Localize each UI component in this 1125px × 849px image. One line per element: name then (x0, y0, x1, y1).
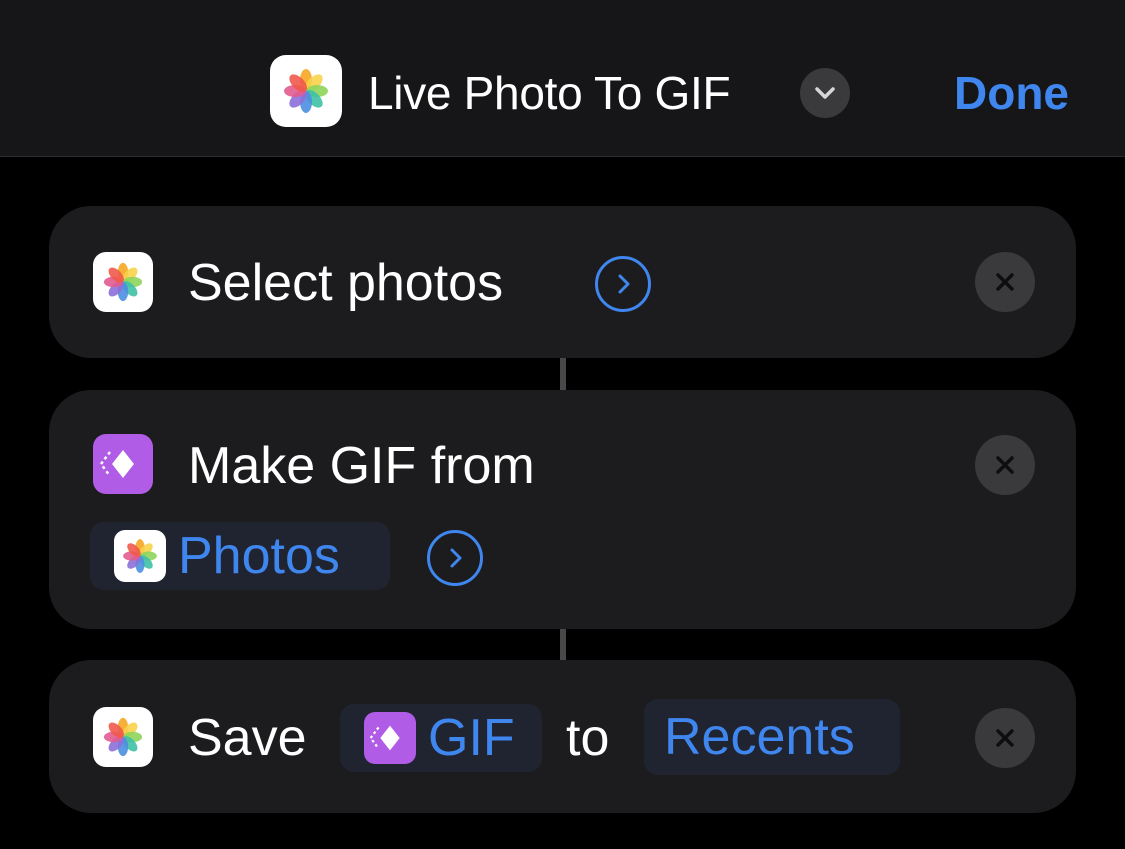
action-make-gif[interactable]: Make GIF from Photos (49, 390, 1076, 629)
make-gif-icon (364, 712, 416, 764)
close-icon (996, 729, 1014, 747)
input-variable-token[interactable]: Photos (90, 522, 390, 590)
photos-icon (93, 252, 153, 312)
action-label: Make GIF from (188, 437, 535, 495)
close-icon (996, 273, 1014, 291)
token-label: Photos (178, 527, 340, 585)
album-parameter-token[interactable]: Recents (644, 699, 900, 775)
navigation-bar: Live Photo To GIF Done (0, 0, 1125, 157)
remove-action-button[interactable] (975, 435, 1035, 495)
photos-icon (93, 707, 153, 767)
chevron-right-circle-icon[interactable] (427, 530, 483, 586)
album-label: Recents (664, 708, 855, 766)
input-variable-token[interactable]: GIF (340, 704, 542, 772)
action-connector (560, 628, 566, 662)
chevron-down-icon[interactable] (800, 68, 850, 118)
action-connector (560, 357, 566, 391)
make-gif-icon (93, 434, 153, 494)
token-label: GIF (428, 709, 515, 767)
chevron-right-circle-icon[interactable] (595, 256, 651, 312)
action-label: Select photos (188, 254, 504, 312)
photos-icon (114, 530, 166, 582)
action-save-to-album[interactable]: Save GIF to Recents (49, 660, 1076, 813)
photos-icon (270, 55, 342, 127)
action-select-photos[interactable]: Select photos (49, 206, 1076, 358)
done-button[interactable]: Done (954, 66, 1069, 120)
action-label: Save (188, 709, 307, 767)
shortcut-title[interactable]: Live Photo To GIF (368, 66, 731, 120)
remove-action-button[interactable] (975, 708, 1035, 768)
action-label-connector: to (566, 709, 610, 767)
close-icon (996, 456, 1014, 474)
remove-action-button[interactable] (975, 252, 1035, 312)
